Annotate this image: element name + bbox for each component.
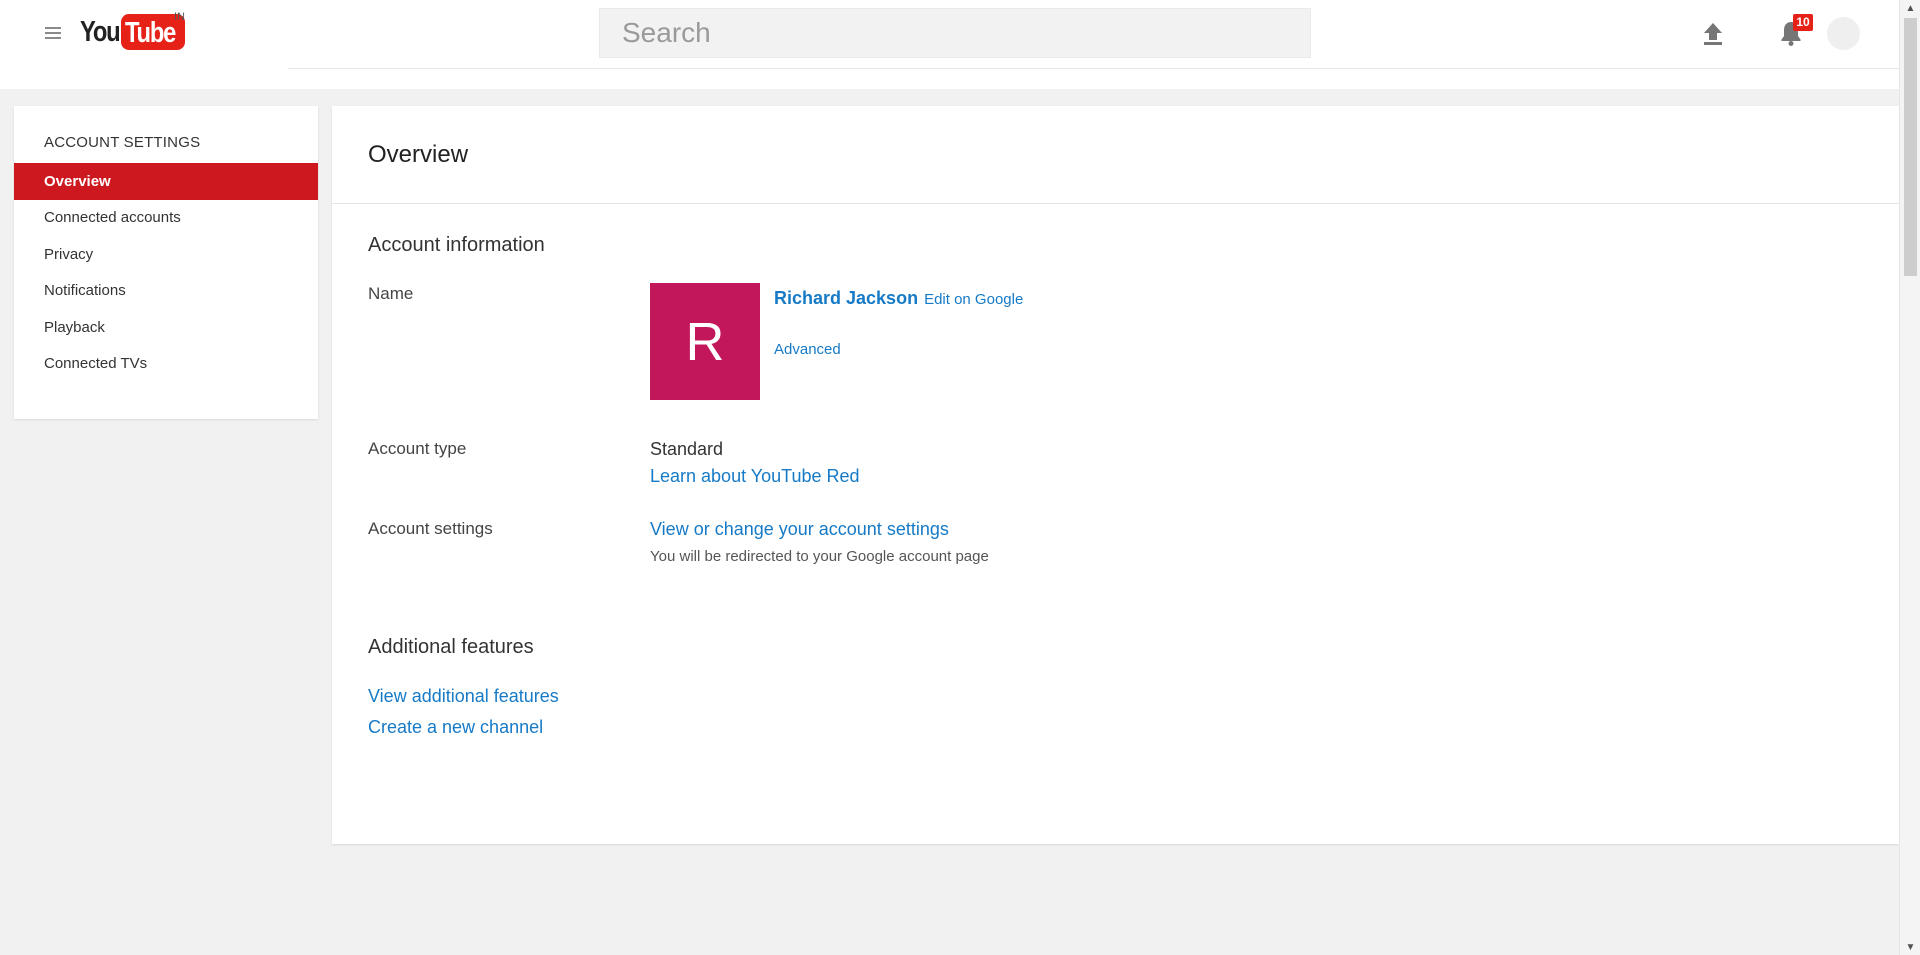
name-line: Richard Jackson Edit on Google: [774, 288, 1023, 309]
additional-features-heading: Additional features: [368, 636, 534, 658]
nav-item-connected-tvs[interactable]: Connected TVs: [14, 346, 318, 383]
account-information-heading: Account information: [368, 234, 545, 256]
youtube-logo[interactable]: You Tube IN: [80, 11, 186, 51]
view-additional-features-link[interactable]: View additional features: [368, 686, 559, 707]
advanced-link[interactable]: Advanced: [774, 341, 841, 358]
logo-you-text: You: [80, 15, 121, 48]
masthead-divider: [288, 68, 1899, 69]
account-settings-hint: You will be redirected to your Google ac…: [650, 548, 989, 565]
page-title: Overview: [368, 140, 469, 168]
account-type-value: Standard: [650, 439, 724, 459]
name-label: Name: [368, 284, 414, 303]
hamburger-menu-icon[interactable]: [40, 20, 66, 46]
masthead: You Tube IN 10: [0, 0, 1899, 89]
upload-icon[interactable]: [1700, 20, 1726, 48]
nav-item-overview[interactable]: Overview: [14, 163, 318, 200]
nav-heading: ACCOUNT SETTINGS: [44, 134, 201, 151]
profile-avatar: R: [650, 283, 760, 400]
notification-count-badge: 10: [1793, 14, 1813, 31]
account-settings-nav: ACCOUNT SETTINGS Overview Connected acco…: [14, 106, 318, 419]
account-settings-label: Account settings: [368, 519, 493, 538]
create-new-channel-link[interactable]: Create a new channel: [368, 717, 543, 738]
scroll-up-arrow-icon[interactable]: ▲: [1900, 0, 1920, 16]
learn-youtube-red-link[interactable]: Learn about YouTube Red: [650, 466, 860, 487]
page-scrollbar[interactable]: ▲ ▼: [1899, 0, 1920, 955]
scroll-thumb[interactable]: [1904, 18, 1917, 276]
card-header: Overview: [332, 106, 1899, 204]
edit-on-google-link[interactable]: Edit on Google: [924, 291, 1023, 308]
logo-country-code: IN: [174, 11, 185, 23]
overview-card: Overview Account information Name R Rich…: [332, 106, 1899, 844]
account-avatar-button[interactable]: [1827, 17, 1860, 50]
account-type-label: Account type: [368, 439, 467, 458]
nav-item-connected-accounts[interactable]: Connected accounts: [14, 200, 318, 237]
nav-item-playback[interactable]: Playback: [14, 309, 318, 346]
nav-list: Overview Connected accounts Privacy Noti…: [14, 163, 318, 382]
scroll-down-arrow-icon[interactable]: ▼: [1900, 939, 1920, 955]
search-box: [599, 8, 1311, 58]
nav-item-privacy[interactable]: Privacy: [14, 236, 318, 273]
account-settings-link[interactable]: View or change your account settings: [650, 519, 949, 540]
profile-name-link[interactable]: Richard Jackson: [774, 288, 918, 309]
search-input[interactable]: [600, 9, 1310, 57]
nav-item-notifications[interactable]: Notifications: [14, 273, 318, 310]
avatar-letter: R: [685, 311, 725, 372]
